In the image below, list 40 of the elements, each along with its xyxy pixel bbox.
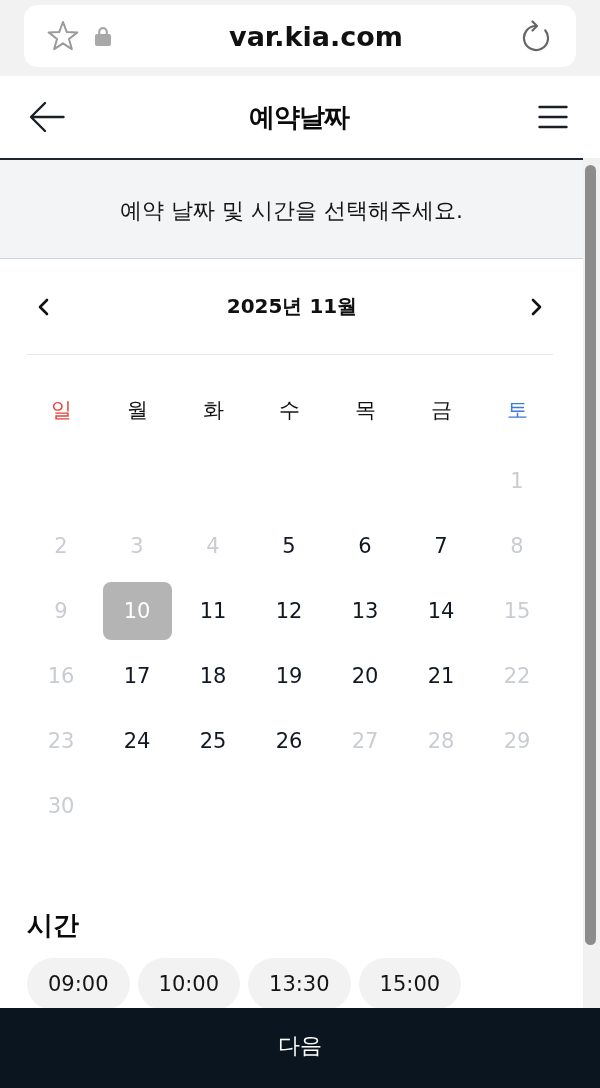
chevron-right-icon[interactable] — [531, 297, 543, 316]
weekday-label: 일 — [50, 396, 72, 424]
calendar-day[interactable]: 7 — [406, 516, 476, 575]
calendar-day[interactable]: 11 — [178, 581, 248, 640]
month-title: 2025년 11월 — [226, 293, 358, 320]
notice-text: 예약 날짜 및 시간을 선택해주세요. — [120, 197, 463, 225]
calendar-day[interactable]: 20 — [330, 646, 400, 705]
star-icon[interactable] — [47, 21, 79, 51]
scrollbar-thumb[interactable] — [585, 165, 596, 945]
calendar-day[interactable]: 13 — [330, 581, 400, 640]
time-slot[interactable]: 10:00 — [137, 958, 241, 1008]
calendar-day[interactable]: 21 — [406, 646, 476, 705]
calendar-day[interactable]: 5 — [254, 516, 324, 575]
time-slot[interactable]: 15:00 — [358, 958, 462, 1008]
calendar-day[interactable]: 17 — [102, 646, 172, 705]
weekday-label: 금 — [430, 396, 452, 424]
weekday-label: 화 — [202, 396, 224, 424]
weekday-label: 수 — [278, 396, 300, 424]
calendar-day[interactable]: 26 — [254, 711, 324, 770]
address-bar[interactable]: var.kia.com — [24, 5, 576, 67]
page-title: 예약날짜 — [248, 100, 349, 134]
time-slot[interactable]: 13:30 — [248, 958, 351, 1008]
section-heading: 시간 — [27, 909, 79, 942]
lock-icon — [95, 26, 111, 46]
calendar-day[interactable]: 18 — [178, 646, 248, 705]
chevron-left-icon[interactable] — [37, 297, 49, 316]
calendar-day[interactable]: 12 — [254, 581, 324, 640]
calendar-day[interactable]: 19 — [254, 646, 324, 705]
reload-icon[interactable] — [521, 20, 551, 52]
calendar-day[interactable]: 6 — [330, 516, 400, 575]
weekday-label: 토 — [506, 396, 528, 424]
weekday-label: 목 — [354, 396, 376, 424]
calendar-day[interactable]: 25 — [178, 711, 248, 770]
menu-icon[interactable] — [538, 105, 568, 129]
calendar-day[interactable]: 14 — [406, 581, 476, 640]
weekday-label: 월 — [126, 396, 148, 424]
url-text: var.kia.com — [228, 20, 404, 52]
calendar-day[interactable]: 24 — [102, 711, 172, 770]
time-slot[interactable]: 09:00 — [27, 958, 130, 1008]
next-button[interactable]: 다음 — [0, 1008, 600, 1088]
